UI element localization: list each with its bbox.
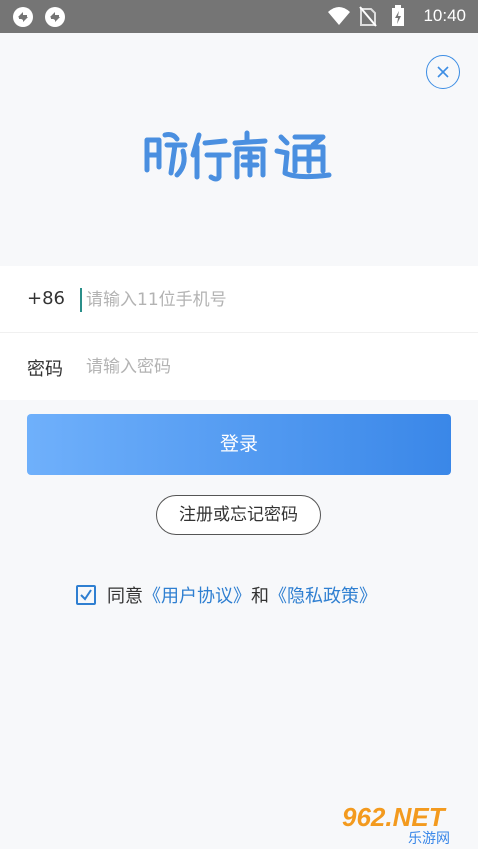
agreement-row: 同意 《用户协议》 和 《隐私政策》	[76, 583, 377, 607]
wifi-icon	[327, 5, 351, 27]
register-or-forgot-password-button[interactable]: 注册或忘记密码	[156, 495, 321, 535]
status-time: 10:40	[423, 6, 466, 25]
privacy-policy-link[interactable]: 《隐私政策》	[269, 582, 377, 608]
password-row: 密码	[0, 333, 478, 400]
phone-input[interactable]	[86, 280, 446, 320]
password-label: 密码	[27, 359, 63, 380]
watermark-subtitle: 乐游网	[408, 831, 450, 846]
text-caret	[80, 288, 82, 312]
battery-charging-icon	[391, 5, 413, 27]
status-bar: 10:40	[0, 0, 478, 33]
watermark-brand: 962.NET	[342, 802, 447, 832]
sync-icon	[12, 6, 34, 28]
check-icon	[80, 589, 92, 601]
agreement-checkbox[interactable]	[76, 585, 96, 605]
agreement-and: 和	[251, 586, 269, 607]
watermark-logo: 962.NET 乐游网	[338, 800, 473, 847]
login-button[interactable]: 登录	[27, 414, 451, 475]
agreement-prefix: 同意	[107, 586, 143, 607]
close-icon	[437, 66, 449, 78]
password-input[interactable]	[86, 347, 446, 387]
close-button[interactable]	[426, 55, 460, 89]
login-form: +86 密码	[0, 266, 478, 400]
sync-icon	[44, 6, 66, 28]
app-logo	[137, 115, 347, 195]
no-sim-icon	[359, 5, 381, 27]
country-code-label[interactable]: +86	[27, 288, 65, 309]
user-agreement-link[interactable]: 《用户协议》	[143, 582, 251, 608]
phone-row: +86	[0, 266, 478, 333]
